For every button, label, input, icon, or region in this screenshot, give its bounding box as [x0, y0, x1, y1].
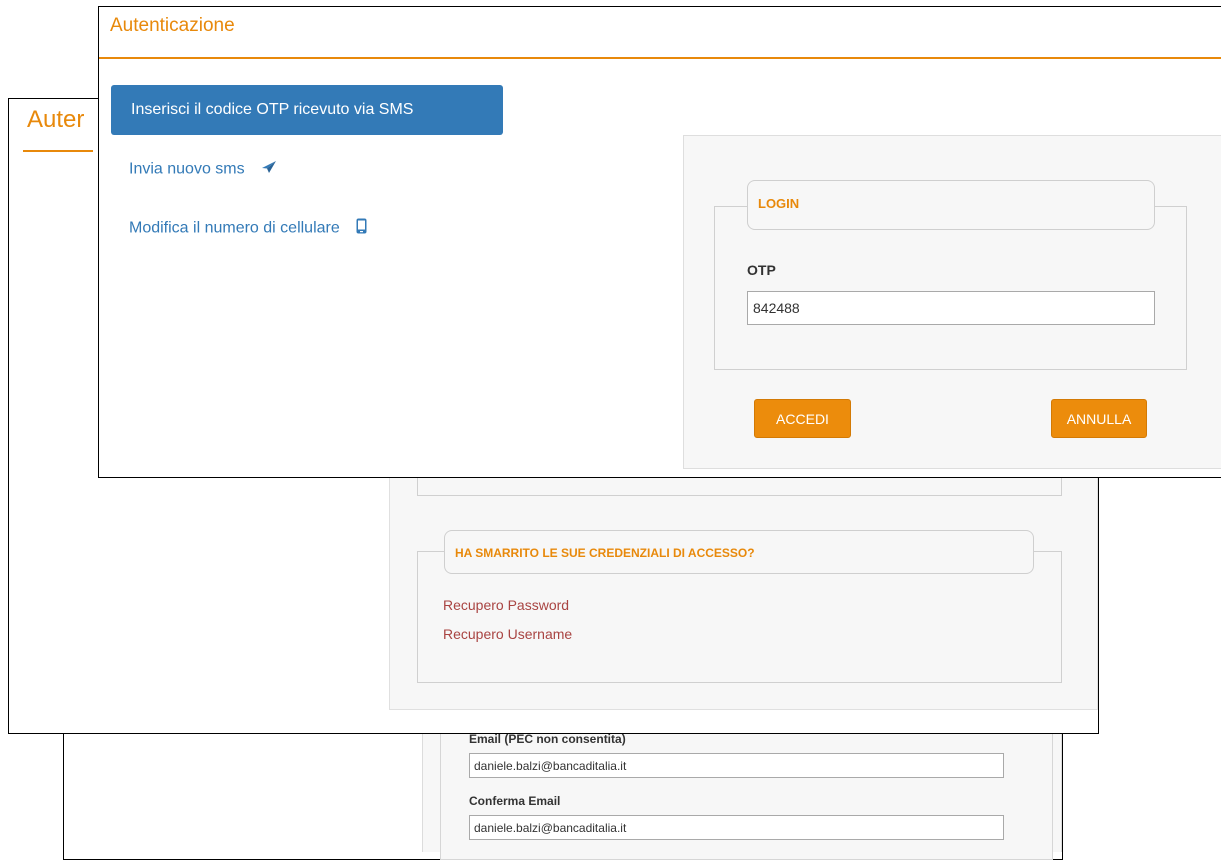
otp-sms-option-label: Inserisci il codice OTP ricevuto via SMS	[131, 101, 414, 118]
login-fieldset	[714, 206, 1187, 370]
change-number-label: Modifica il numero di cellulare	[129, 219, 340, 237]
email-input[interactable]	[469, 753, 1004, 778]
send-new-sms-link[interactable]: Invia nuovo sms	[129, 160, 277, 179]
otp-window-divider	[99, 57, 1221, 59]
change-number-link[interactable]: Modifica il numero di cellulare	[129, 218, 367, 239]
recover-username-link[interactable]: Recupero Username	[443, 626, 572, 642]
accedi-button[interactable]: ACCEDI	[754, 399, 851, 438]
otp-window-title: Autenticazione	[110, 15, 235, 36]
email-label: Email (PEC non consentita)	[469, 732, 626, 746]
confirm-email-label: Conferma Email	[469, 794, 561, 808]
login-legend: LOGIN	[747, 180, 1155, 230]
auth-window-back-title: Auter	[27, 106, 85, 133]
mobile-phone-icon	[356, 218, 367, 239]
send-new-sms-label: Invia nuovo sms	[129, 160, 245, 178]
recovery-legend: HA SMARRITO LE SUE CREDENZIALI DI ACCESS…	[444, 530, 1034, 574]
confirm-email-input[interactable]	[469, 815, 1004, 840]
auth-window-back-divider	[23, 150, 93, 152]
otp-label: OTP	[747, 262, 776, 278]
paper-plane-icon	[261, 160, 277, 179]
otp-sms-option-button[interactable]: Inserisci il codice OTP ricevuto via SMS	[111, 85, 503, 135]
annulla-button[interactable]: ANNULLA	[1051, 399, 1147, 438]
otp-input[interactable]	[747, 291, 1155, 325]
recover-password-link[interactable]: Recupero Password	[443, 597, 569, 613]
